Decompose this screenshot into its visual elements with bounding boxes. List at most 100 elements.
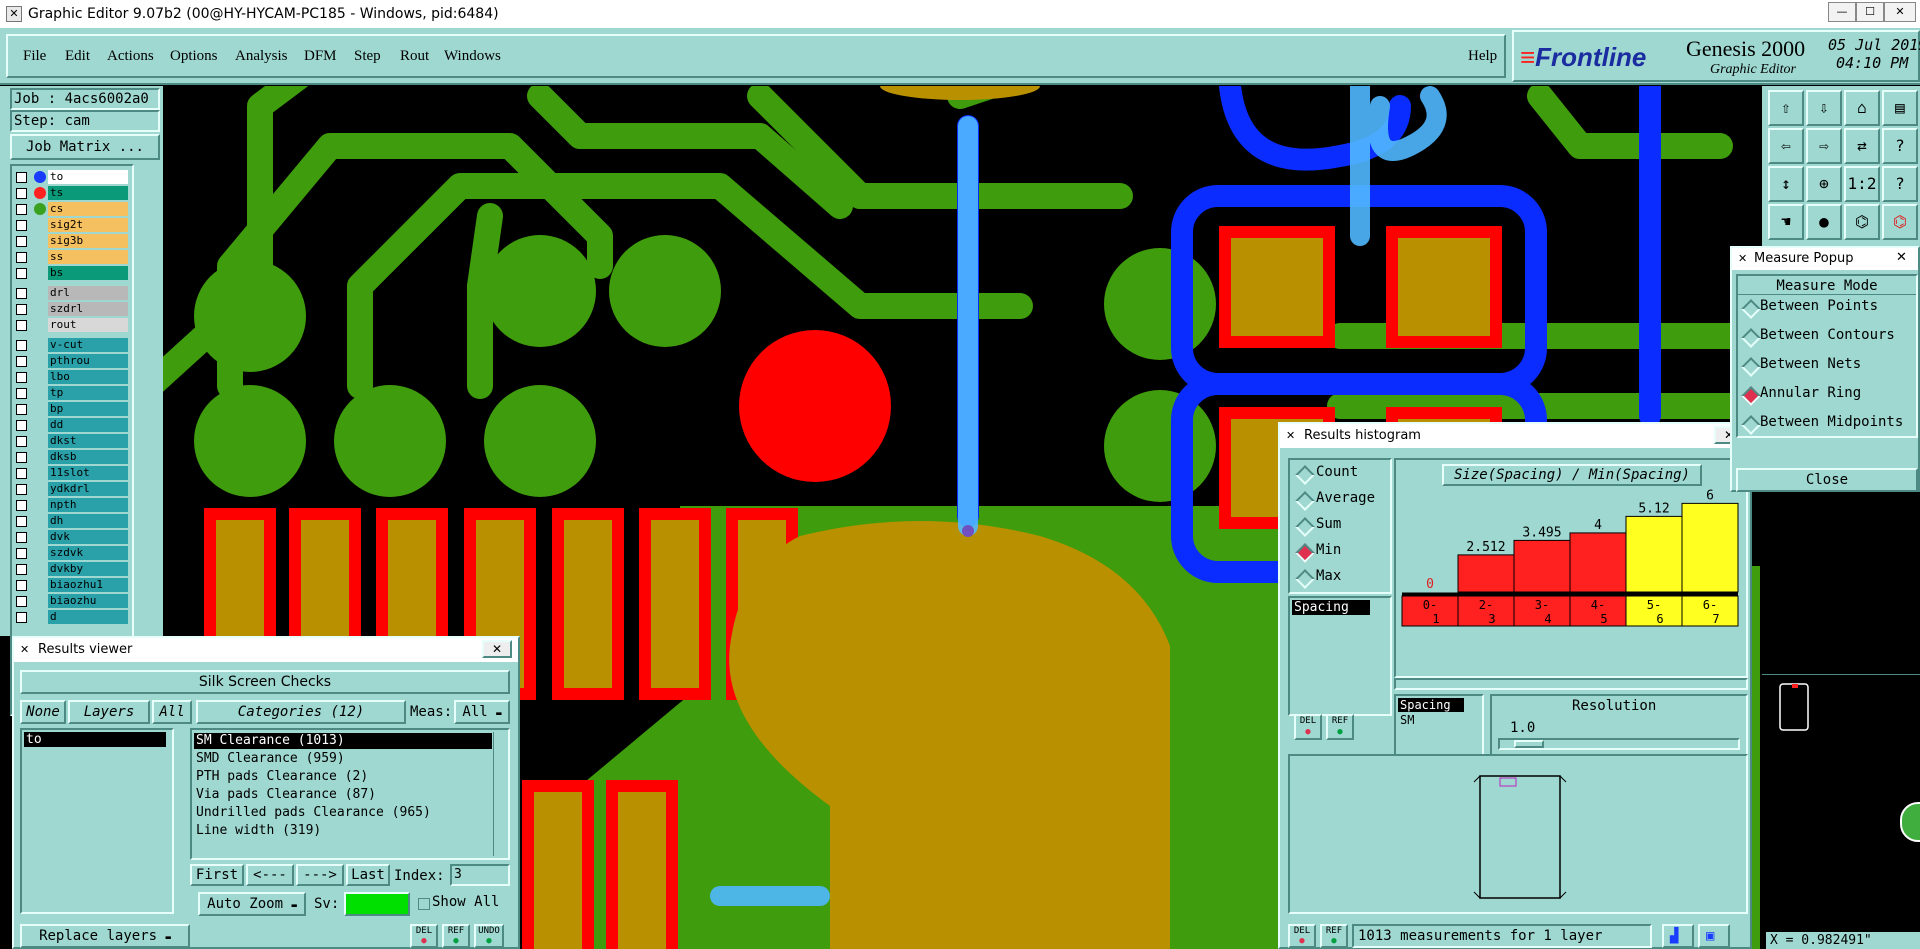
layer-row[interactable]: bs bbox=[14, 266, 130, 280]
mode-radio[interactable] bbox=[1295, 491, 1315, 511]
layer-row[interactable]: dd bbox=[14, 418, 130, 432]
categories-button[interactable]: Categories (12) bbox=[196, 700, 406, 724]
layer-checkbox[interactable] bbox=[16, 404, 27, 415]
category-item[interactable]: Undrilled pads Clearance (965) bbox=[194, 805, 492, 821]
layer-checkbox[interactable] bbox=[16, 436, 27, 447]
mode-radio[interactable] bbox=[1295, 543, 1315, 563]
spacing-sm-list[interactable]: Spacing SM bbox=[1394, 694, 1484, 756]
move-left-button[interactable]: ⇦ bbox=[1768, 128, 1804, 164]
category-item[interactable]: PTH pads Clearance (2) bbox=[194, 769, 492, 785]
results-viewer-close[interactable]: ✕ bbox=[482, 640, 512, 658]
maximize-button[interactable]: ☐ bbox=[1856, 2, 1884, 22]
layer-checkbox[interactable] bbox=[16, 372, 27, 383]
measure-mode-label[interactable]: Annular Ring bbox=[1760, 385, 1861, 401]
layer-checkbox[interactable] bbox=[16, 580, 27, 591]
categories-list[interactable]: SM Clearance (1013) SMD Clearance (959) PT… bbox=[190, 728, 510, 860]
category-item[interactable]: Line width (319) bbox=[194, 823, 492, 839]
histogram-bar[interactable] bbox=[1569, 532, 1627, 593]
layer-row[interactable]: cs bbox=[14, 202, 130, 216]
categories-scrollbar[interactable] bbox=[493, 732, 506, 856]
resolution-slider[interactable] bbox=[1498, 738, 1740, 750]
layer-checkbox[interactable] bbox=[16, 204, 27, 215]
layer-row[interactable]: szdrl bbox=[14, 302, 130, 316]
spacing-list-item[interactable]: Spacing bbox=[1292, 600, 1370, 615]
layer-checkbox[interactable] bbox=[16, 252, 27, 263]
layer-filter-item[interactable]: to bbox=[24, 732, 166, 747]
layer-row[interactable]: rout bbox=[14, 318, 130, 332]
fit-vertical-button[interactable]: ↕ bbox=[1768, 166, 1804, 202]
layer-row[interactable]: v-cut bbox=[14, 338, 130, 352]
layer-checkbox[interactable] bbox=[16, 564, 27, 575]
sv-color-select[interactable] bbox=[344, 892, 410, 916]
layer-checkbox[interactable] bbox=[16, 532, 27, 543]
histogram-bar[interactable] bbox=[1625, 515, 1683, 593]
minimize-button[interactable]: — bbox=[1828, 2, 1856, 22]
menu-actions[interactable]: Actions bbox=[107, 48, 154, 65]
job-matrix-button[interactable]: Job Matrix ... bbox=[10, 134, 160, 160]
spacing-sm-item[interactable]: Spacing bbox=[1398, 698, 1464, 712]
layer-row[interactable]: biaozhu bbox=[14, 594, 130, 608]
hist-footer-del[interactable]: DEL ● bbox=[1288, 924, 1316, 948]
layer-row[interactable]: pthrou bbox=[14, 354, 130, 368]
layer-row[interactable]: dh bbox=[14, 514, 130, 528]
menu-analysis[interactable]: Analysis bbox=[235, 48, 288, 65]
spacing-list[interactable]: Spacing bbox=[1288, 596, 1392, 716]
measure-mode-radio[interactable] bbox=[1741, 328, 1761, 348]
last-button[interactable]: Last bbox=[346, 864, 390, 886]
layer-checkbox[interactable] bbox=[16, 304, 27, 315]
layer-filter-list[interactable]: to bbox=[20, 728, 174, 914]
layer-row[interactable]: npth bbox=[14, 498, 130, 512]
zoom-indicator-icon[interactable] bbox=[1900, 802, 1920, 842]
layer-checkbox[interactable] bbox=[16, 188, 27, 199]
question-button[interactable]: ? bbox=[1882, 166, 1918, 202]
mode-radio[interactable] bbox=[1295, 517, 1315, 537]
measure-mode-radio[interactable] bbox=[1741, 415, 1761, 435]
meas-select[interactable]: All ▬ bbox=[454, 700, 510, 724]
measure-close-icon[interactable]: ✕ bbox=[1896, 250, 1907, 265]
layer-row[interactable]: tp bbox=[14, 386, 130, 400]
category-item[interactable]: SM Clearance (1013) bbox=[194, 733, 492, 749]
layer-row[interactable]: biaozhu1 bbox=[14, 578, 130, 592]
panel-button[interactable]: ▤ bbox=[1882, 90, 1918, 126]
menu-rout[interactable]: Rout bbox=[400, 48, 429, 65]
ref-button[interactable]: REF ● bbox=[442, 924, 470, 948]
measure-mode-radio[interactable] bbox=[1741, 357, 1761, 377]
layer-checkbox[interactable] bbox=[16, 420, 27, 431]
category-item[interactable]: SMD Clearance (959) bbox=[194, 751, 492, 767]
layer-row[interactable]: dvkby bbox=[14, 562, 130, 576]
layer-row[interactable]: szdvk bbox=[14, 546, 130, 560]
layer-checkbox[interactable] bbox=[16, 268, 27, 279]
measure-mode-label[interactable]: Between Nets bbox=[1760, 356, 1861, 372]
histogram-hscroll[interactable] bbox=[1394, 678, 1748, 690]
home-button[interactable]: ⌂ bbox=[1844, 90, 1880, 126]
prev-button[interactable]: <--- bbox=[246, 864, 294, 886]
histogram-bar[interactable] bbox=[1513, 539, 1571, 593]
layer-checkbox[interactable] bbox=[16, 172, 27, 183]
zoom-1to1-button[interactable]: 1:2 bbox=[1844, 166, 1880, 202]
layer-row[interactable]: to bbox=[14, 170, 130, 184]
layer-checkbox[interactable] bbox=[16, 516, 27, 527]
layer-row[interactable]: dvk bbox=[14, 530, 130, 544]
move-right-button[interactable]: ⇨ bbox=[1806, 128, 1842, 164]
layer-checkbox[interactable] bbox=[16, 356, 27, 367]
layer-row[interactable]: d bbox=[14, 610, 130, 624]
layer-row[interactable]: sig3b bbox=[14, 234, 130, 248]
layer-checkbox[interactable] bbox=[16, 340, 27, 351]
swap-button[interactable]: ⇄ bbox=[1844, 128, 1880, 164]
measure-mode-label[interactable]: Between Contours bbox=[1760, 327, 1895, 343]
net-button[interactable]: ⌬ bbox=[1844, 204, 1880, 240]
all-button[interactable]: All bbox=[152, 700, 192, 724]
hist-del-button[interactable]: DEL ● bbox=[1294, 714, 1322, 740]
measure-mode-radio[interactable] bbox=[1741, 299, 1761, 319]
layer-checkbox[interactable] bbox=[16, 288, 27, 299]
undo-button[interactable]: UNDO ● bbox=[474, 924, 504, 948]
layer-checkbox[interactable] bbox=[16, 548, 27, 559]
layer-checkbox[interactable] bbox=[16, 500, 27, 511]
layer-row[interactable]: bp bbox=[14, 402, 130, 416]
histogram-bar[interactable] bbox=[1681, 502, 1739, 593]
first-button[interactable]: First bbox=[190, 864, 244, 886]
layer-checkbox[interactable] bbox=[16, 596, 27, 607]
layer-row[interactable]: 11slot bbox=[14, 466, 130, 480]
layer-row[interactable]: ts bbox=[14, 186, 130, 200]
hand-button[interactable]: ☚ bbox=[1768, 204, 1804, 240]
